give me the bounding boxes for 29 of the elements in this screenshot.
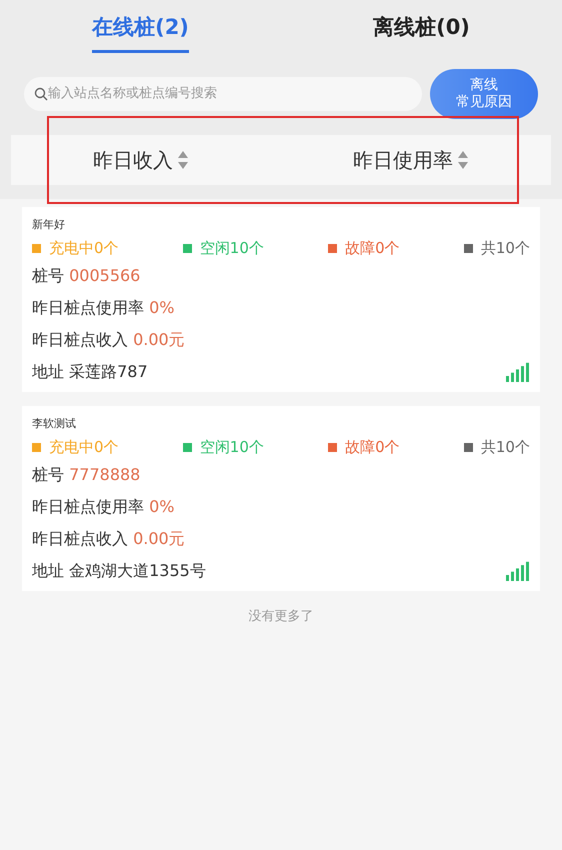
field-text: 昨日桩点使用率 0%	[32, 296, 174, 318]
signal-icon	[506, 560, 530, 580]
field-text: 地址 采莲路787	[32, 360, 148, 382]
status-label: 空闲10个	[200, 437, 264, 458]
station-name: 李软测试	[32, 416, 77, 432]
field-text: 昨日桩点收入 0.00元	[32, 328, 185, 350]
field-text: 地址 金鸡湖大道1355号	[32, 560, 206, 582]
field-text: 桩号 0005566	[32, 264, 140, 286]
status-label: 充电中0个	[49, 238, 119, 259]
tab[interactable]: 离线桩(0)	[373, 8, 470, 52]
status-label: 故障0个	[345, 238, 400, 259]
sort-button[interactable]: 昨日收入	[87, 144, 195, 176]
field-text: 昨日桩点使用率 0%	[32, 496, 174, 518]
tab[interactable]: 在线桩(2)	[92, 8, 189, 52]
field-text: 桩号 7778888	[32, 464, 140, 486]
signal-icon	[506, 362, 530, 382]
search-field[interactable]: 输入站点名称或桩点编号搜索	[24, 76, 422, 110]
status-label: 空闲10个	[200, 238, 264, 259]
station-name: 新年好	[32, 216, 66, 232]
sort-button[interactable]: 昨日使用率	[347, 144, 475, 176]
status-label: 共10个	[480, 238, 530, 259]
status-label: 充电中0个	[49, 437, 119, 458]
field-text: 昨日桩点收入 0.00元	[32, 528, 185, 550]
status-label: 共10个	[480, 437, 530, 458]
sort-icon	[177, 150, 189, 170]
status-label: 故障0个	[345, 437, 400, 458]
sort-icon	[457, 150, 469, 170]
help-button[interactable]: 离线 常见原因	[430, 68, 538, 118]
footer-text: 没有更多了	[248, 608, 314, 626]
